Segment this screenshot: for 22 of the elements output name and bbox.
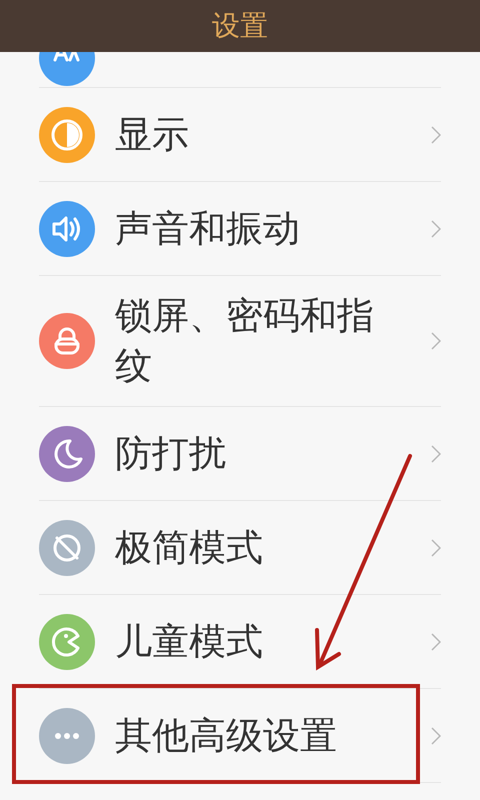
page-title: 设置	[212, 12, 268, 40]
row-label: 儿童模式	[115, 618, 264, 664]
chevron-icon	[431, 332, 441, 350]
settings-row[interactable]: 其他高级设置	[39, 689, 441, 783]
chevron-icon	[431, 126, 441, 144]
chevron-icon	[431, 632, 441, 650]
row-label: 声音和振动	[115, 206, 301, 252]
settings-row[interactable]: 锁屏、密码和指纹	[39, 276, 441, 407]
settings-row[interactable]: 显示	[39, 88, 441, 182]
row-label: 显示	[115, 112, 190, 158]
row-label: 极简模式	[115, 524, 264, 570]
settings-row[interactable]: 防打扰	[39, 407, 441, 501]
settings-row[interactable]: 声音和振动	[39, 182, 441, 276]
chevron-icon	[431, 538, 441, 556]
settings-row[interactable]: 儿童模式	[39, 595, 441, 689]
settings-row[interactable]: 极简模式	[39, 501, 441, 595]
chevron-icon	[431, 444, 441, 462]
chevron-icon	[431, 220, 441, 238]
row-label: 锁屏、密码和指纹	[115, 293, 375, 389]
row-label: 其他高级设置	[115, 712, 338, 758]
chevron-icon	[431, 726, 441, 744]
row-label: 防打扰	[115, 430, 227, 476]
